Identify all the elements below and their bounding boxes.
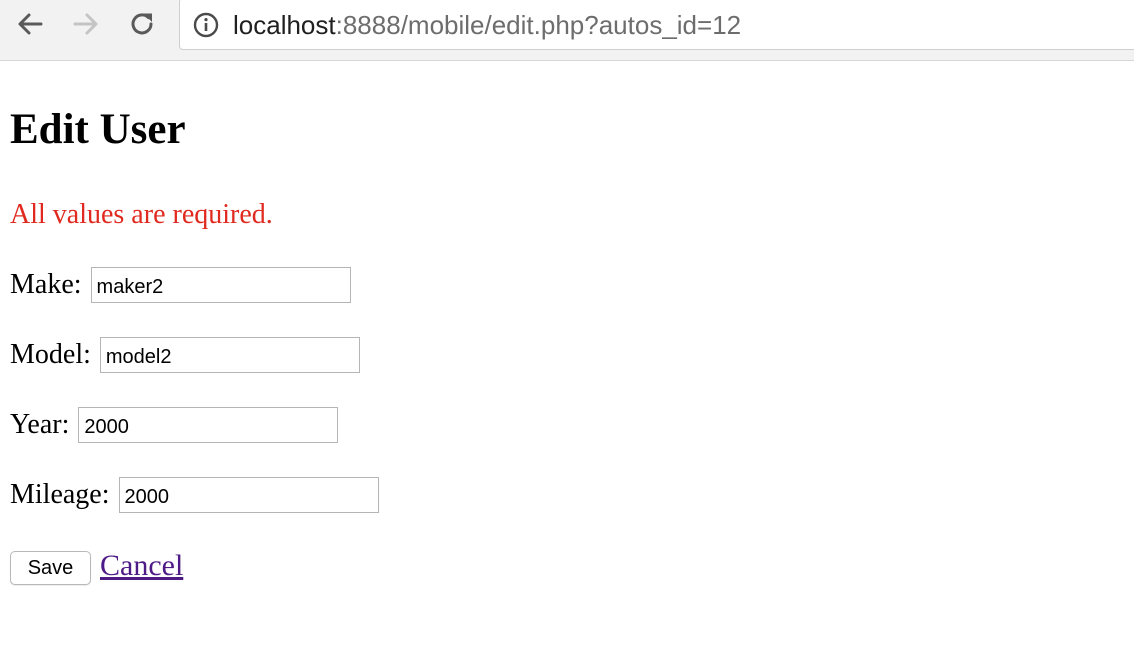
arrow-right-icon [73, 13, 98, 35]
page-content: Edit User All values are required. Make:… [10, 62, 1124, 662]
mileage-input[interactable] [118, 477, 379, 513]
forward-button[interactable] [68, 6, 104, 42]
browser-toolbar: localhost:8888/mobile/edit.php?autos_id=… [0, 0, 1134, 61]
model-input[interactable] [99, 337, 360, 373]
url-path: :8888/mobile/edit.php?autos_id=12 [335, 10, 742, 40]
page-title: Edit User [10, 106, 186, 153]
arrow-left-icon [18, 13, 43, 35]
reload-button[interactable] [124, 6, 160, 42]
year-label: Year: [10, 409, 70, 440]
back-button[interactable] [12, 6, 48, 42]
info-icon[interactable] [193, 12, 219, 38]
form-actions: Save Cancel [10, 546, 183, 586]
error-message: All values are required. [10, 199, 273, 230]
model-row: Model: [10, 336, 360, 374]
make-label: Make: [10, 269, 82, 300]
mileage-row: Mileage: [10, 476, 379, 514]
cancel-link[interactable]: Cancel [100, 548, 183, 584]
make-input[interactable] [90, 267, 351, 303]
url-host: localhost [233, 10, 336, 40]
mileage-label: Mileage: [10, 479, 110, 510]
save-button[interactable]: Save [10, 551, 91, 585]
year-row: Year: [10, 406, 339, 444]
url-text[interactable]: localhost:8888/mobile/edit.php?autos_id=… [233, 10, 741, 40]
reload-icon [131, 13, 153, 35]
make-row: Make: [10, 266, 351, 304]
model-label: Model: [10, 339, 91, 370]
year-input[interactable] [78, 407, 339, 443]
address-bar[interactable]: localhost:8888/mobile/edit.php?autos_id=… [179, 0, 1134, 50]
